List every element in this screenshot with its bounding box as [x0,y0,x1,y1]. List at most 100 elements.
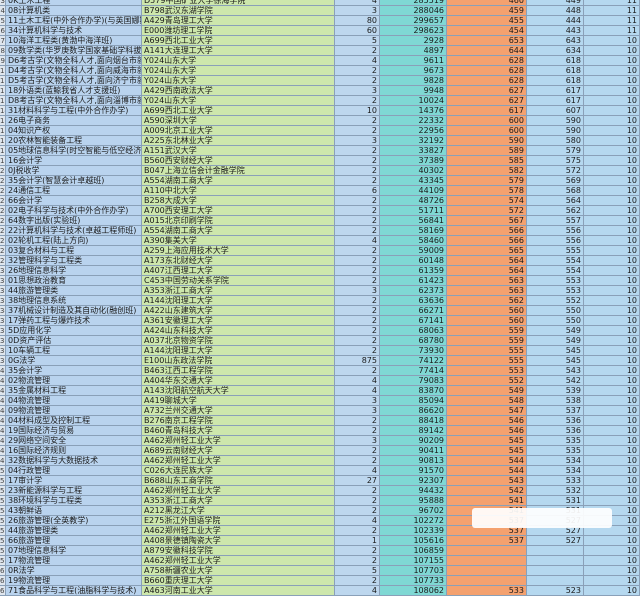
plan-cell[interactable]: 4 [335,586,380,596]
rank-cell[interactable]: 37389 [380,156,447,166]
low-score-cell[interactable]: 539 [527,386,584,396]
rank-cell[interactable]: 85094 [380,396,447,406]
low-score-cell[interactable] [527,556,584,566]
rank-cell[interactable]: 288046 [380,6,447,16]
diff-cell[interactable]: 10 [584,456,640,466]
score-cell[interactable]: 627 [447,96,527,106]
score-cell[interactable]: 582 [447,166,527,176]
score-cell[interactable]: 542 [447,486,527,496]
school-cell[interactable]: A554湖南工商大学 [142,176,335,186]
diff-cell[interactable]: 10 [584,186,640,196]
plan-cell[interactable]: 2 [335,116,380,126]
low-score-cell[interactable]: 643 [527,36,584,46]
score-cell[interactable]: 546 [447,416,527,426]
score-cell[interactable]: 454 [447,26,527,36]
plan-cell[interactable]: 27 [335,476,380,486]
school-cell[interactable]: B276南京工程学院 [142,416,335,426]
plan-cell[interactable]: 2 [335,126,380,136]
rank-cell[interactable]: 33827 [380,146,447,156]
school-cell[interactable]: Y024山东大学 [142,96,335,106]
score-cell[interactable]: 541 [447,496,527,506]
school-cell[interactable]: A463河南工业大学 [142,586,335,596]
major-cell[interactable]: 31材料科学与工程(中外合作办学) [6,106,142,116]
rank-cell[interactable]: 73930 [380,346,447,356]
diff-cell[interactable]: 10 [584,96,640,106]
major-cell[interactable]: 35会计学 [6,366,142,376]
score-cell[interactable]: 572 [447,206,527,216]
low-score-cell[interactable]: 590 [527,116,584,126]
major-cell[interactable]: D5考古学(文物全科人才,面向济宁市就业) [6,76,142,86]
low-score-cell[interactable]: 537 [527,406,584,416]
major-cell[interactable]: 03复合材料与工程 [6,246,142,256]
rank-cell[interactable]: 51711 [380,206,447,216]
major-cell[interactable]: 38地理信息系统 [6,296,142,306]
major-cell[interactable]: 26电子商务 [6,116,142,126]
score-cell[interactable] [447,576,527,586]
school-cell[interactable]: A144沈阳理工大学 [142,346,335,356]
school-cell[interactable]: Y024山东大学 [142,56,335,66]
score-cell[interactable]: 548 [447,396,527,406]
plan-cell[interactable]: 2 [335,506,380,516]
low-score-cell[interactable]: 607 [527,106,584,116]
plan-cell[interactable]: 2 [335,156,380,166]
diff-cell[interactable]: 10 [584,346,640,356]
school-cell[interactable]: B660重庆理工大学 [142,576,335,586]
diff-cell[interactable]: 10 [584,146,640,156]
rank-cell[interactable]: 63636 [380,296,447,306]
low-score-cell[interactable]: 556 [527,226,584,236]
school-cell[interactable]: A462郑州轻工业大学 [142,436,335,446]
diff-cell[interactable]: 10 [584,356,640,366]
plan-cell[interactable]: 875 [335,356,380,366]
major-cell[interactable]: 44旅游管理类 [6,526,142,536]
school-cell[interactable]: B560西安财经大学 [142,156,335,166]
diff-cell[interactable]: 10 [584,316,640,326]
plan-cell[interactable]: 2 [335,206,380,216]
low-score-cell[interactable]: 448 [527,6,584,16]
plan-cell[interactable]: 2 [335,96,380,106]
rank-cell[interactable]: 102272 [380,516,447,526]
major-cell[interactable]: 09物流管理 [6,406,142,416]
major-cell[interactable]: 02轮机工程(陆上方向) [6,236,142,246]
diff-cell[interactable]: 11 [584,6,640,16]
low-score-cell[interactable]: 553 [527,286,584,296]
plan-cell[interactable]: 2 [335,336,380,346]
plan-cell[interactable]: 4 [335,236,380,246]
plan-cell[interactable]: 2 [335,576,380,586]
school-cell[interactable]: A212黑龙江大学 [142,506,335,516]
score-cell[interactable]: 574 [447,196,527,206]
low-score-cell[interactable]: 538 [527,396,584,406]
score-cell[interactable]: 555 [447,346,527,356]
school-cell[interactable]: B463江西工程学院 [142,366,335,376]
rank-cell[interactable]: 58460 [380,236,447,246]
rank-cell[interactable]: 56841 [380,216,447,226]
diff-cell[interactable]: 10 [584,86,640,96]
score-cell[interactable]: 545 [447,446,527,456]
rank-cell[interactable]: 68780 [380,336,447,346]
rank-cell[interactable]: 90209 [380,436,447,446]
plan-cell[interactable]: 2 [335,196,380,206]
plan-cell[interactable]: 2 [335,226,380,236]
diff-cell[interactable]: 10 [584,406,640,416]
score-cell[interactable]: 553 [447,366,527,376]
major-cell[interactable]: 0G法学 [6,356,142,366]
low-score-cell[interactable]: 564 [527,196,584,206]
major-cell[interactable]: 04知识产权 [6,126,142,136]
school-cell[interactable]: A462郑州轻工业大学 [142,526,335,536]
major-cell[interactable]: 23新能源科学与工程 [6,486,142,496]
major-cell[interactable]: 17物流管理 [6,556,142,566]
score-cell[interactable]: 628 [447,66,527,76]
major-cell[interactable]: 10海洋工程类(黄渤中海洋班) [6,36,142,46]
major-cell[interactable]: 43朝鲜语 [6,506,142,516]
school-cell[interactable]: Y024山东大学 [142,76,335,86]
low-score-cell[interactable]: 555 [527,246,584,256]
major-cell[interactable]: 07地理信息科学 [6,546,142,556]
diff-cell[interactable]: 10 [584,546,640,556]
rank-cell[interactable]: 107155 [380,556,447,566]
diff-cell[interactable]: 10 [584,476,640,486]
rank-cell[interactable]: 90813 [380,456,447,466]
school-cell[interactable]: A353浙江工商大学 [142,286,335,296]
school-cell[interactable]: A015北京印刷学院 [142,216,335,226]
score-cell[interactable]: 547 [447,406,527,416]
rank-cell[interactable]: 90411 [380,446,447,456]
low-score-cell[interactable]: 549 [527,326,584,336]
